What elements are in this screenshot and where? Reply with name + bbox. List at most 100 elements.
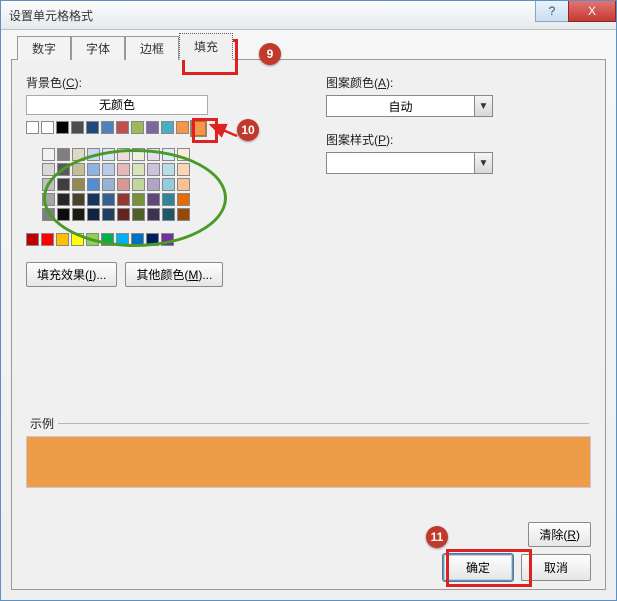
color-swatch[interactable] bbox=[147, 178, 160, 191]
color-swatch[interactable] bbox=[177, 208, 190, 221]
window-title: 设置单元格格式 bbox=[9, 7, 93, 24]
color-swatch[interactable] bbox=[72, 178, 85, 191]
color-swatch[interactable] bbox=[131, 233, 144, 246]
chevron-down-icon: ▼ bbox=[474, 153, 492, 173]
color-swatch[interactable] bbox=[72, 193, 85, 206]
more-colors-button[interactable]: 其他颜色(M)... bbox=[125, 262, 223, 287]
dialog-footer: 确定 取消 bbox=[443, 554, 591, 581]
color-swatch[interactable] bbox=[101, 121, 114, 134]
color-swatch[interactable] bbox=[87, 178, 100, 191]
tab-font[interactable]: 字体 bbox=[71, 36, 125, 60]
color-swatch[interactable] bbox=[116, 233, 129, 246]
color-swatch[interactable] bbox=[146, 233, 159, 246]
color-swatch[interactable] bbox=[41, 121, 54, 134]
color-swatch[interactable] bbox=[132, 163, 145, 176]
close-icon: X bbox=[588, 4, 596, 18]
tab-number[interactable]: 数字 bbox=[17, 36, 71, 60]
color-swatch[interactable] bbox=[102, 163, 115, 176]
color-swatch[interactable] bbox=[57, 148, 70, 161]
clear-button[interactable]: 清除(R) bbox=[528, 522, 591, 547]
color-swatch[interactable] bbox=[117, 178, 130, 191]
color-swatch[interactable] bbox=[147, 193, 160, 206]
dialog-body: 数字 字体 边框 填充 背景色(C): 无颜色 填充效果(I)... bbox=[11, 35, 606, 590]
color-grid bbox=[26, 121, 306, 246]
color-swatch[interactable] bbox=[71, 233, 84, 246]
color-swatch[interactable] bbox=[102, 193, 115, 206]
color-swatch[interactable] bbox=[102, 178, 115, 191]
color-swatch[interactable] bbox=[57, 163, 70, 176]
pattern-color-select[interactable]: 自动 ▼ bbox=[326, 95, 493, 117]
color-swatch[interactable] bbox=[86, 121, 99, 134]
color-swatch-selected[interactable] bbox=[191, 121, 206, 136]
color-swatch[interactable] bbox=[41, 233, 54, 246]
color-swatch[interactable] bbox=[56, 233, 69, 246]
color-swatch[interactable] bbox=[42, 163, 55, 176]
color-swatch[interactable] bbox=[72, 208, 85, 221]
color-swatch[interactable] bbox=[147, 148, 160, 161]
close-button[interactable]: X bbox=[568, 1, 616, 22]
color-swatch[interactable] bbox=[72, 163, 85, 176]
color-swatch[interactable] bbox=[116, 121, 129, 134]
color-swatch[interactable] bbox=[71, 121, 84, 134]
dialog-window: 设置单元格格式 ? X 数字 字体 边框 填充 背景色(C): bbox=[0, 0, 617, 601]
color-swatch[interactable] bbox=[57, 193, 70, 206]
color-swatch[interactable] bbox=[42, 178, 55, 191]
color-swatch[interactable] bbox=[87, 193, 100, 206]
color-swatch[interactable] bbox=[101, 233, 114, 246]
color-swatch[interactable] bbox=[117, 148, 130, 161]
color-swatch[interactable] bbox=[42, 148, 55, 161]
color-swatch[interactable] bbox=[117, 193, 130, 206]
color-swatch[interactable] bbox=[26, 233, 39, 246]
color-swatch[interactable] bbox=[102, 148, 115, 161]
ok-button[interactable]: 确定 bbox=[443, 554, 513, 581]
example-section: 示例 bbox=[26, 415, 591, 488]
color-swatch[interactable] bbox=[161, 233, 174, 246]
help-button[interactable]: ? bbox=[535, 1, 568, 22]
fill-panel: 背景色(C): 无颜色 填充效果(I)... 其他颜色(M)... bbox=[11, 59, 606, 590]
color-swatch[interactable] bbox=[72, 148, 85, 161]
color-swatch[interactable] bbox=[57, 178, 70, 191]
color-swatch[interactable] bbox=[162, 178, 175, 191]
color-swatch[interactable] bbox=[177, 178, 190, 191]
color-swatch[interactable] bbox=[177, 148, 190, 161]
color-swatch[interactable] bbox=[86, 233, 99, 246]
cancel-button[interactable]: 取消 bbox=[521, 554, 591, 581]
pattern-section: 图案颜色(A): 自动 ▼ 图案样式(P): ▼ bbox=[306, 74, 591, 287]
color-swatch[interactable] bbox=[147, 208, 160, 221]
color-swatch-none[interactable] bbox=[26, 121, 39, 134]
color-swatch[interactable] bbox=[117, 208, 130, 221]
pattern-color-label: 图案颜色(A): bbox=[326, 74, 591, 91]
color-swatch[interactable] bbox=[102, 208, 115, 221]
color-swatch[interactable] bbox=[87, 148, 100, 161]
color-swatch[interactable] bbox=[162, 193, 175, 206]
color-swatch[interactable] bbox=[57, 208, 70, 221]
tab-fill[interactable]: 填充 bbox=[179, 33, 233, 60]
titlebar: 设置单元格格式 ? X bbox=[1, 1, 616, 30]
color-swatch[interactable] bbox=[56, 121, 69, 134]
background-color-section: 背景色(C): 无颜色 填充效果(I)... 其他颜色(M)... bbox=[26, 74, 306, 287]
color-swatch[interactable] bbox=[132, 178, 145, 191]
fill-effects-button[interactable]: 填充效果(I)... bbox=[26, 262, 117, 287]
color-swatch[interactable] bbox=[146, 121, 159, 134]
color-swatch[interactable] bbox=[132, 148, 145, 161]
color-swatch[interactable] bbox=[42, 208, 55, 221]
color-swatch[interactable] bbox=[117, 163, 130, 176]
color-swatch[interactable] bbox=[177, 163, 190, 176]
color-swatch[interactable] bbox=[176, 121, 189, 134]
color-swatch[interactable] bbox=[162, 208, 175, 221]
color-swatch[interactable] bbox=[177, 193, 190, 206]
tab-border[interactable]: 边框 bbox=[125, 36, 179, 60]
color-swatch[interactable] bbox=[42, 193, 55, 206]
color-swatch[interactable] bbox=[147, 163, 160, 176]
color-swatch[interactable] bbox=[132, 208, 145, 221]
color-swatch[interactable] bbox=[162, 163, 175, 176]
color-swatch[interactable] bbox=[132, 193, 145, 206]
color-swatch[interactable] bbox=[131, 121, 144, 134]
pattern-style-select[interactable]: ▼ bbox=[326, 152, 493, 174]
no-color-button[interactable]: 无颜色 bbox=[26, 95, 208, 115]
tabstrip: 数字 字体 边框 填充 bbox=[11, 35, 606, 59]
color-swatch[interactable] bbox=[161, 121, 174, 134]
color-swatch[interactable] bbox=[87, 208, 100, 221]
color-swatch[interactable] bbox=[87, 163, 100, 176]
color-swatch[interactable] bbox=[162, 148, 175, 161]
